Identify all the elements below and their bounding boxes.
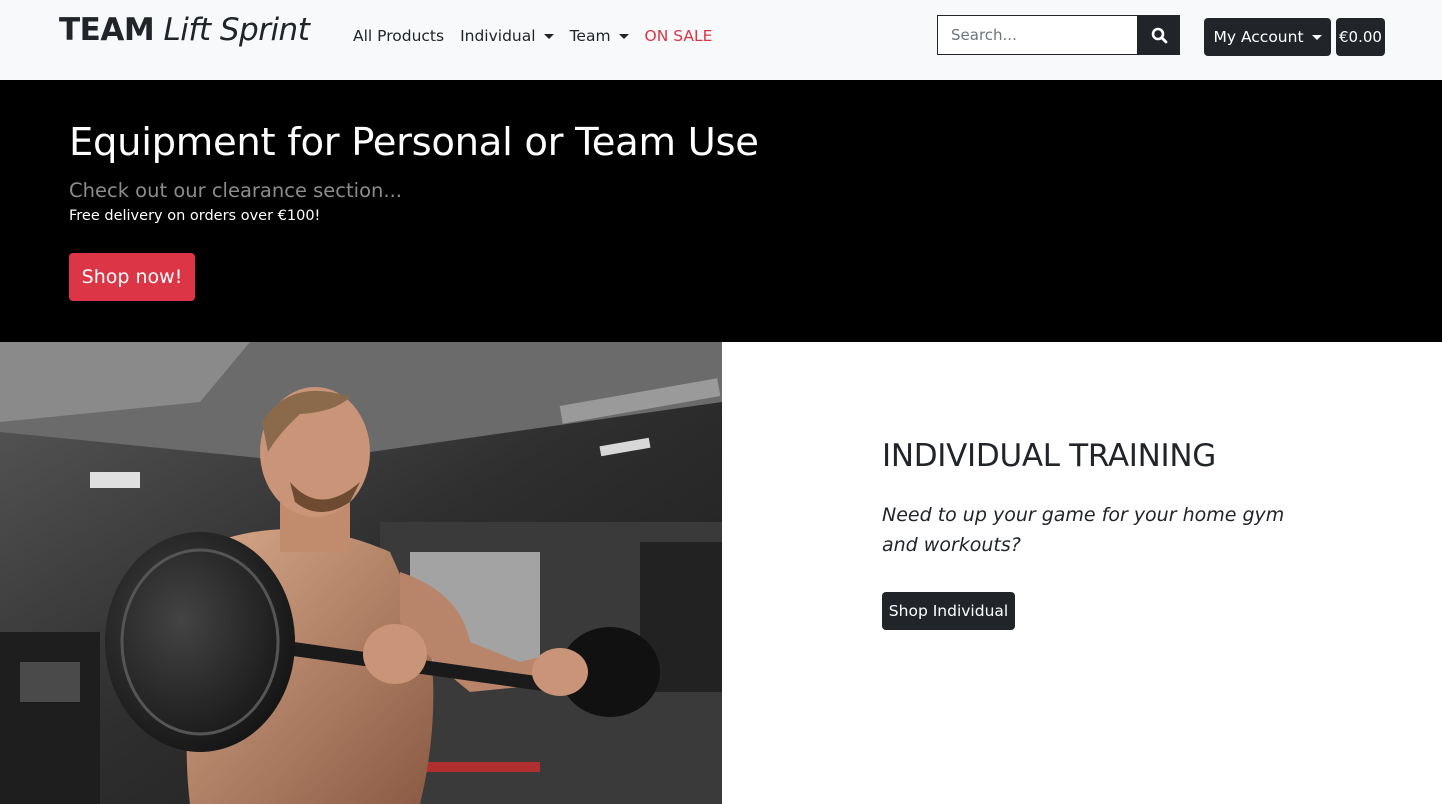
nav-team-dropdown[interactable]: Team <box>570 24 629 48</box>
cart-button[interactable]: €0.00 <box>1336 18 1385 56</box>
nav-all-products[interactable]: All Products <box>353 24 444 48</box>
chevron-down-icon <box>1311 34 1322 40</box>
shop-individual-button[interactable]: Shop Individual <box>882 592 1015 630</box>
brand-logo[interactable]: TEAM Lift Sprint <box>59 12 310 48</box>
hero-subtitle: Check out our clearance section... <box>69 179 402 202</box>
navbar: TEAM Lift Sprint All Products Individual… <box>0 0 1442 80</box>
hero-banner: Equipment for Personal or Team Use Check… <box>0 80 1442 342</box>
nav-team-label: Team <box>569 27 611 45</box>
cart-total: €0.00 <box>1339 28 1382 46</box>
my-account-dropdown[interactable]: My Account <box>1204 18 1331 56</box>
individual-training-title: INDIVIDUAL TRAINING <box>882 438 1216 474</box>
chevron-down-icon <box>618 33 629 39</box>
shop-now-button[interactable]: Shop now! <box>69 253 195 301</box>
search-button[interactable] <box>1138 15 1180 55</box>
free-delivery-note: Free delivery on orders over €100! <box>69 208 321 224</box>
search-input[interactable] <box>937 15 1138 55</box>
search-icon <box>1151 27 1167 43</box>
hero-title: Equipment for Personal or Team Use <box>69 120 759 165</box>
individual-training-panel: INDIVIDUAL TRAINING Need to up your game… <box>722 342 1442 804</box>
search-form <box>937 15 1180 55</box>
nav-individual-label: Individual <box>460 27 536 45</box>
chevron-down-icon <box>543 33 554 39</box>
individual-training-photo <box>0 342 722 804</box>
nav-individual-dropdown[interactable]: Individual <box>460 24 554 48</box>
nav-on-sale[interactable]: ON SALE <box>645 24 713 48</box>
main-nav: All Products Individual Team ON SALE <box>353 24 712 48</box>
brand-part-name: Lift Sprint <box>163 12 310 48</box>
individual-training-text: Need to up your game for your home gym a… <box>882 504 1285 556</box>
my-account-label: My Account <box>1213 28 1304 46</box>
brand-part-team: TEAM <box>59 12 155 48</box>
